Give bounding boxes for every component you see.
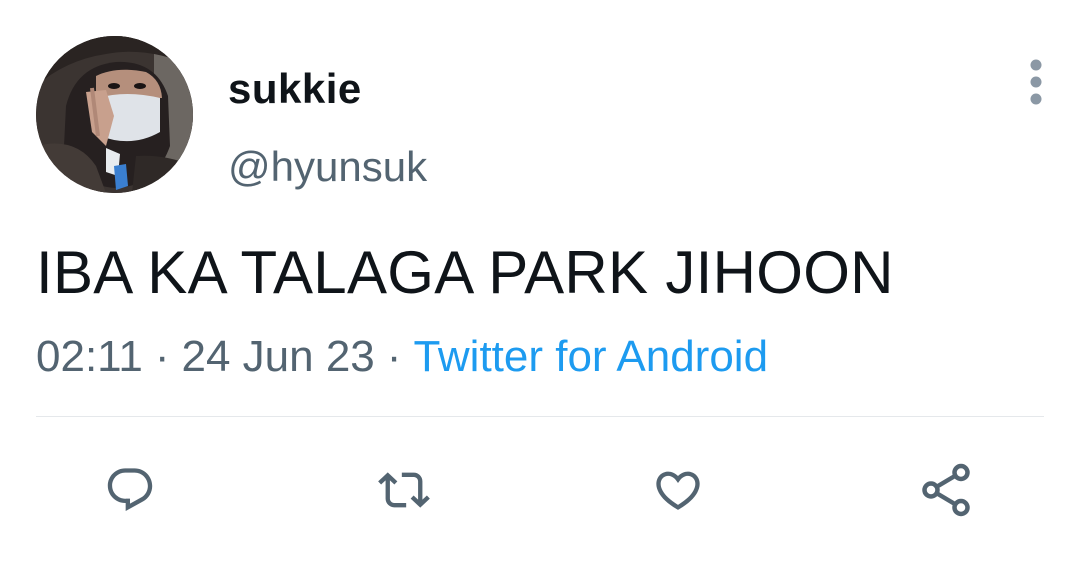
like-button[interactable] — [646, 458, 710, 522]
reply-button[interactable] — [98, 458, 162, 522]
avatar[interactable] — [36, 36, 193, 193]
retweet-icon — [378, 472, 430, 508]
like-icon — [656, 471, 700, 510]
divider — [36, 416, 1044, 417]
tweet-meta: 02:11 · 24 Jun 23 · Twitter for Android — [36, 330, 768, 384]
tweet-card: sukkie @hyunsuk IBA KA TALAGA PARK JIHOO… — [0, 0, 1080, 563]
meta-separator: · — [154, 332, 170, 381]
tweet-source-link[interactable]: Twitter for Android — [413, 332, 768, 381]
more-vertical-icon — [1030, 59, 1042, 105]
tweet-date[interactable]: 24 Jun 23 — [182, 332, 375, 381]
tweet-text: IBA KA TALAGA PARK JIHOON — [36, 239, 894, 306]
avatar-photo — [36, 36, 193, 193]
reply-icon — [107, 468, 153, 512]
share-icon — [922, 463, 970, 517]
tweet-time[interactable]: 02:11 — [36, 332, 143, 381]
more-options-button[interactable] — [1016, 54, 1056, 110]
user-handle[interactable]: @hyunsuk — [228, 142, 427, 192]
meta-separator: · — [386, 332, 402, 381]
retweet-button[interactable] — [372, 458, 436, 522]
display-name[interactable]: sukkie — [228, 64, 362, 114]
share-button[interactable] — [914, 458, 978, 522]
